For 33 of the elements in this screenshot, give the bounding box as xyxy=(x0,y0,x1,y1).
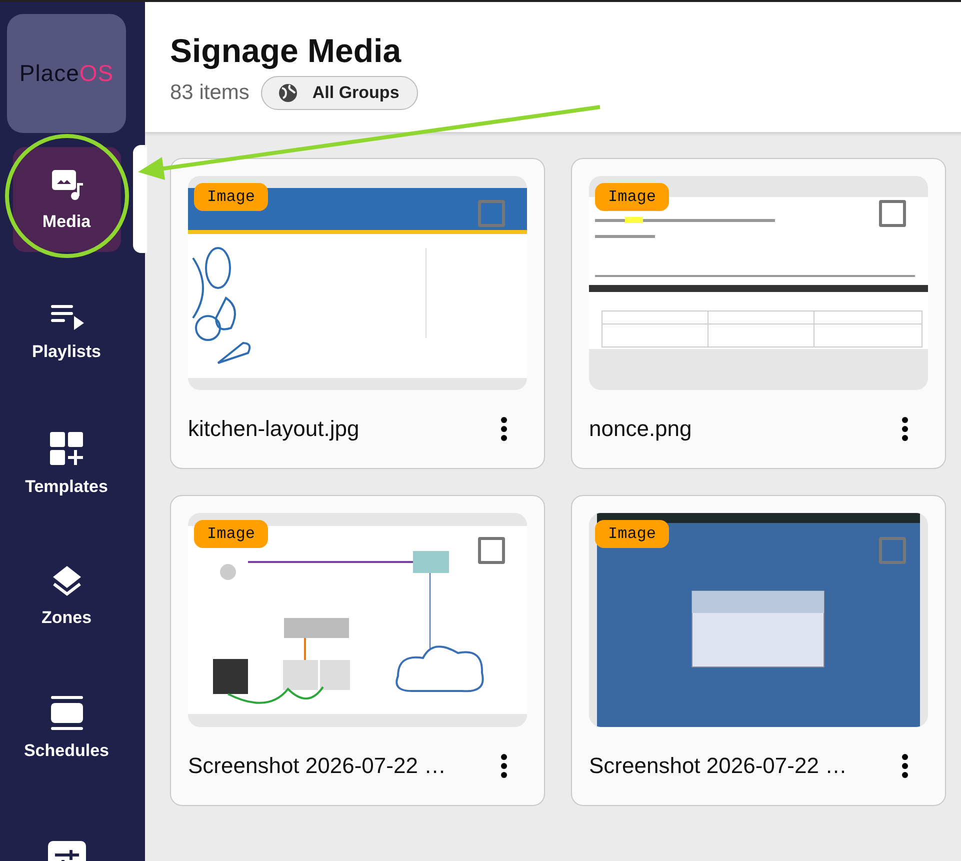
nav-item[interactable]: Zones xyxy=(12,543,120,648)
nav-icon xyxy=(50,168,84,202)
media-card[interactable]: Image kitchen-layout.jpg xyxy=(170,158,545,469)
globe-icon xyxy=(278,83,298,103)
type-badge: Image xyxy=(595,520,670,548)
file-name: Screenshot 2026-07-22 … xyxy=(188,753,446,780)
more-icon xyxy=(902,754,908,778)
nav-icon xyxy=(48,694,84,730)
media-card[interactable]: Image Screenshot 2026-07-22 … xyxy=(571,495,946,806)
nav-item[interactable]: Media xyxy=(12,147,120,252)
select-checkbox[interactable] xyxy=(879,537,906,564)
type-badge: Image xyxy=(194,183,268,211)
file-name: Screenshot 2026-07-22 … xyxy=(589,753,848,780)
page-title: Signage Media xyxy=(170,32,402,70)
media-card[interactable]: Image Screenshot 2026-07-22 … xyxy=(170,495,545,806)
file-name: kitchen-layout.jpg xyxy=(188,416,360,442)
groups-button[interactable]: All Groups xyxy=(261,76,418,110)
media-card[interactable]: Image nonce.png xyxy=(571,158,946,469)
select-checkbox[interactable] xyxy=(478,537,505,564)
select-checkbox[interactable] xyxy=(478,200,505,227)
type-badge: Image xyxy=(194,520,268,548)
file-name: nonce.png xyxy=(589,416,692,442)
more-icon xyxy=(501,417,507,442)
more-icon xyxy=(501,754,507,778)
more-icon xyxy=(902,417,908,442)
nav-icon xyxy=(48,430,84,466)
sidebar-handle[interactable] xyxy=(133,145,147,253)
select-checkbox[interactable] xyxy=(879,200,906,227)
item-count: 83 items xyxy=(170,81,250,105)
nav-item[interactable]: Templates xyxy=(12,411,120,516)
type-badge: Image xyxy=(595,183,670,211)
nav-item[interactable]: Playlists xyxy=(12,279,120,384)
nav-item[interactable]: Schedules xyxy=(12,675,120,780)
